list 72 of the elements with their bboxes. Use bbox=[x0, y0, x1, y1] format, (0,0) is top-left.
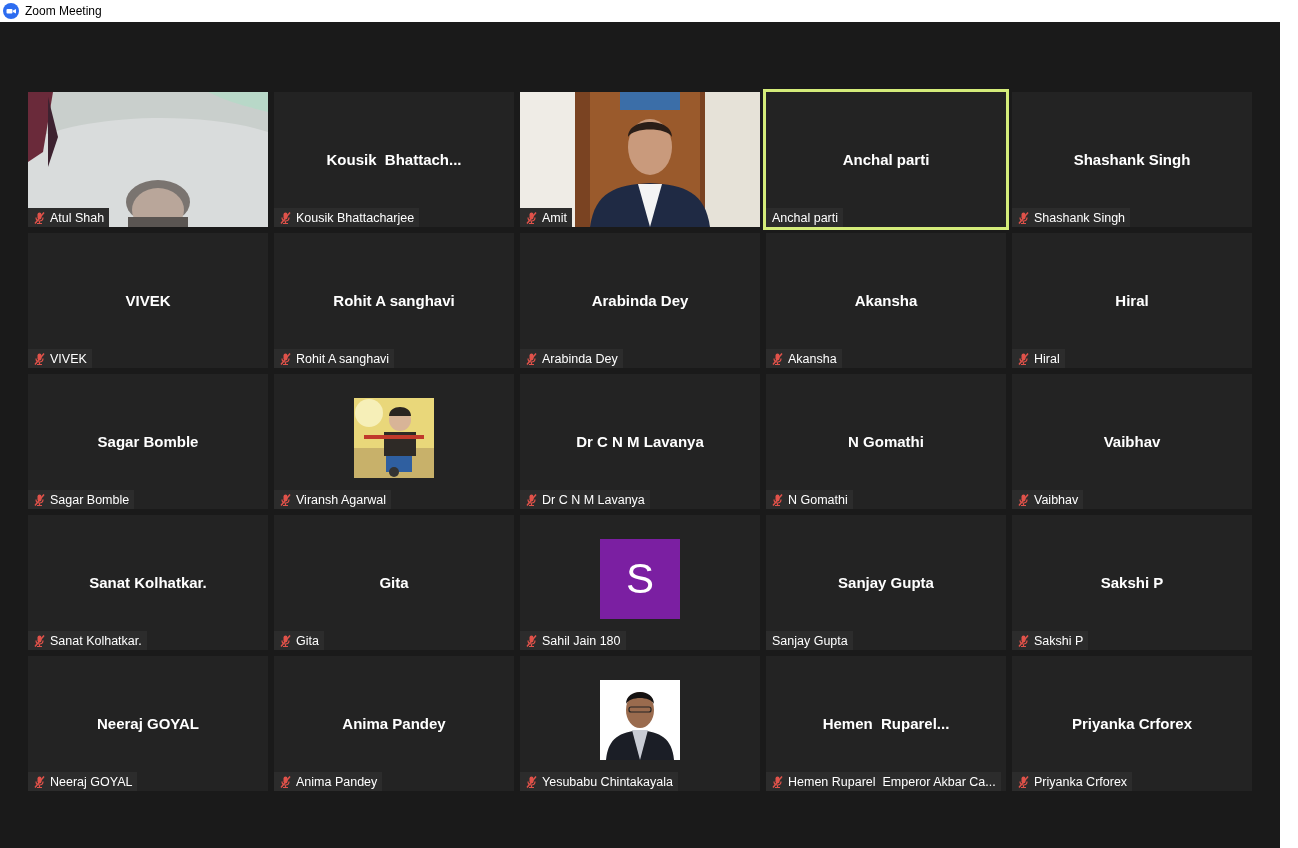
participant-tile[interactable]: Sanat Kolhatkar. Sanat Kolhatkar. bbox=[28, 515, 268, 650]
participant-label: Hemen Ruparel Emperor Akbar Ca... bbox=[788, 774, 996, 789]
participant-name: Sagar Bomble bbox=[97, 433, 199, 450]
participant-tile[interactable]: Kousik Bhattach... Kousik Bhattacharjee bbox=[274, 92, 514, 227]
participant-label: Vaibhav bbox=[1034, 492, 1079, 507]
participant-tile[interactable]: S Sahil Jain 180 bbox=[520, 515, 760, 650]
participant-name: Sakshi P bbox=[1100, 574, 1164, 591]
participant-tile[interactable]: Hiral Hiral bbox=[1012, 233, 1252, 368]
participant-label: Sagar Bomble bbox=[50, 492, 130, 507]
participant-name: Gita bbox=[379, 574, 409, 591]
participant-label: Neeraj GOYAL bbox=[50, 774, 133, 789]
participant-name: Priyanka Crforex bbox=[1071, 715, 1193, 732]
participant-name: Sanat Kolhatkar. bbox=[89, 574, 207, 591]
participant-tile[interactable]: Priyanka Crforex Priyanka Crforex bbox=[1012, 656, 1252, 791]
participant-label: VIVEK bbox=[50, 351, 87, 366]
participant-tile[interactable]: Sanjay Gupta Sanjay Gupta bbox=[766, 515, 1006, 650]
participant-label: Yesubabu Chintakayala bbox=[542, 774, 673, 789]
participant-tile[interactable]: Shashank Singh Shashank Singh bbox=[1012, 92, 1252, 227]
participant-label: Akansha bbox=[788, 351, 837, 366]
participant-label: N Gomathi bbox=[788, 492, 848, 507]
participant-name: Vaibhav bbox=[1103, 433, 1161, 450]
participant-name: Neeraj GOYAL bbox=[97, 715, 199, 732]
participant-tile[interactable]: Vaibhav Vaibhav bbox=[1012, 374, 1252, 509]
participant-tile[interactable]: Hemen Ruparel... Hemen Ruparel Emperor Akbar Ca... bbox=[766, 656, 1006, 791]
participant-name: VIVEK bbox=[125, 292, 171, 309]
participant-label: Kousik Bhattacharjee bbox=[296, 210, 415, 225]
participant-tile[interactable]: Neeraj GOYAL Neeraj GOYAL bbox=[28, 656, 268, 791]
participant-tile[interactable]: Atul Shah bbox=[28, 92, 268, 227]
participant-label: Rohit A sanghavi bbox=[296, 351, 390, 366]
participant-label: Anchal parti bbox=[772, 210, 838, 225]
participant-tile[interactable]: Sakshi P Sakshi P bbox=[1012, 515, 1252, 650]
participant-label: Sanat Kolhatkar. bbox=[50, 633, 142, 648]
participant-tile[interactable]: Rohit A sanghavi Rohit A sanghavi bbox=[274, 233, 514, 368]
participant-name: Rohit A sanghavi bbox=[333, 292, 455, 309]
participant-label: Priyanka Crforex bbox=[1034, 774, 1128, 789]
participant-tile[interactable]: Arabinda Dey Arabinda Dey bbox=[520, 233, 760, 368]
participant-label: Anima Pandey bbox=[296, 774, 378, 789]
participant-tile[interactable]: Anima Pandey Anima Pandey bbox=[274, 656, 514, 791]
participant-tile[interactable]: Anchal parti Anchal parti bbox=[766, 92, 1006, 227]
participant-name: N Gomathi bbox=[848, 433, 924, 450]
participant-tile[interactable]: Gita Gita bbox=[274, 515, 514, 650]
app-logo-icon bbox=[3, 3, 19, 19]
participant-name: Akansha bbox=[854, 292, 918, 309]
participant-tile[interactable]: Dr C N M Lavanya Dr C N M Lavanya bbox=[520, 374, 760, 509]
participant-label: Gita bbox=[296, 633, 319, 648]
participant-tile[interactable]: Sagar Bomble Sagar Bomble bbox=[28, 374, 268, 509]
participant-label: Shashank Singh bbox=[1034, 210, 1126, 225]
participant-label: Dr C N M Lavanya bbox=[542, 492, 645, 507]
participant-name: Hiral bbox=[1115, 292, 1149, 309]
participant-name: Shashank Singh bbox=[1073, 151, 1191, 168]
participant-tile[interactable]: Viransh Agarwal bbox=[274, 374, 514, 509]
window-title: Zoom Meeting bbox=[25, 4, 102, 18]
participant-label: Hiral bbox=[1034, 351, 1060, 366]
participant-name: Sanjay Gupta bbox=[838, 574, 934, 591]
participant-name: Kousik Bhattach... bbox=[326, 151, 462, 168]
participant-label: Atul Shah bbox=[50, 210, 105, 225]
participant-name: Anchal parti bbox=[842, 151, 930, 168]
participant-tile[interactable]: Akansha Akansha bbox=[766, 233, 1006, 368]
participant-name: Dr C N M Lavanya bbox=[576, 433, 704, 450]
participant-name: Hemen Ruparel... bbox=[822, 715, 950, 732]
participant-tile[interactable]: VIVEK VIVEK bbox=[28, 233, 268, 368]
participant-label: Sanjay Gupta bbox=[772, 633, 848, 648]
participant-label: Arabinda Dey bbox=[542, 351, 618, 366]
participant-label: Viransh Agarwal bbox=[296, 492, 387, 507]
participant-tile[interactable]: N Gomathi N Gomathi bbox=[766, 374, 1006, 509]
participant-name: Arabinda Dey bbox=[591, 292, 689, 309]
avatar-initial: S bbox=[600, 538, 680, 619]
participant-label: Sakshi P bbox=[1034, 633, 1084, 648]
participant-tile[interactable]: Yesubabu Chintakayala bbox=[520, 656, 760, 791]
participant-label: Sahil Jain 180 bbox=[542, 633, 621, 648]
participant-name: Anima Pandey bbox=[342, 715, 446, 732]
participant-label: Amit bbox=[542, 210, 567, 225]
